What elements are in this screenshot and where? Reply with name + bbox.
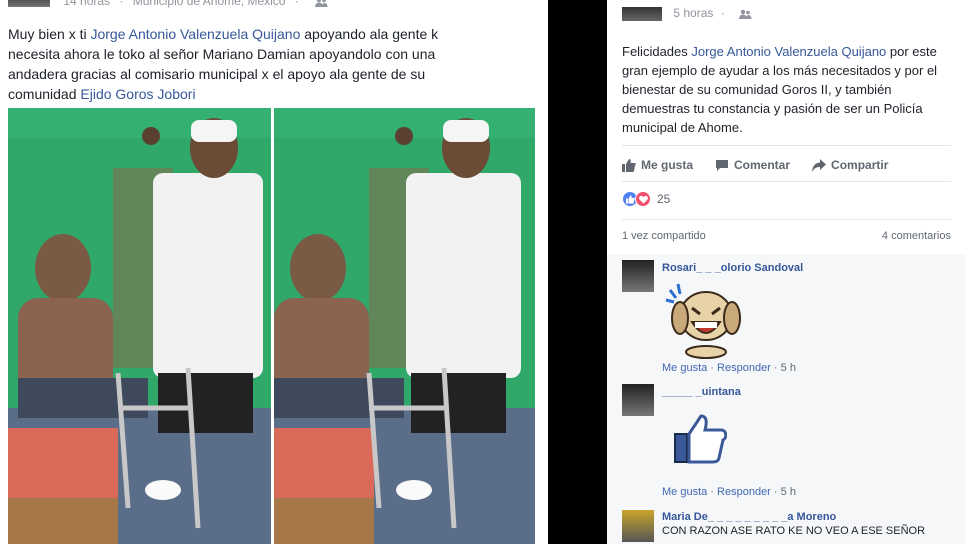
action-bar: Me gusta Comentar Compartir (622, 155, 962, 175)
post-photo-2[interactable] (274, 108, 535, 544)
comment-actions: Me gusta · Responder · 5 h (662, 486, 796, 498)
shares-count[interactable]: 1 vez compartido (622, 230, 706, 242)
comment-reply-link[interactable]: Responder (717, 362, 771, 374)
divider (622, 181, 951, 182)
love-reaction-icon (635, 191, 651, 207)
reaction-count: 25 (657, 192, 671, 206)
right-post-meta: 5 horas · (622, 6, 752, 21)
post-location[interactable]: Municipio de Ahome, México (133, 0, 286, 8)
right-post: 5 horas · Felicidades Jorge Antonio Vale… (607, 0, 966, 544)
comment-time[interactable]: 5 h (781, 486, 796, 498)
comment-reply-link[interactable]: Responder (717, 486, 771, 498)
commenter-name[interactable]: Rosari_ _ _olorio Sandoval (662, 262, 803, 274)
author-avatar[interactable] (622, 6, 662, 21)
post-photo-1[interactable] (8, 108, 271, 544)
comment-actions: Me gusta · Responder · 5 h (662, 362, 796, 374)
friends-icon (739, 9, 752, 19)
commenter-name[interactable]: _____ _uintana (662, 386, 741, 398)
left-post: 14 horas · Municipio de Ahome, México · … (0, 0, 548, 544)
comment-icon (716, 159, 729, 171)
commenter-avatar[interactable] (622, 384, 654, 416)
author-avatar[interactable] (8, 0, 50, 7)
share-stats-row: 1 vez compartido 4 comentarios (622, 230, 951, 242)
share-arrow-icon (812, 158, 827, 172)
comments-count[interactable]: 4 comentarios (882, 230, 951, 242)
left-post-meta: 14 horas · Municipio de Ahome, México · (8, 0, 328, 8)
post-time[interactable]: 5 horas (673, 6, 713, 20)
thumbs-up-sticker-icon (674, 414, 727, 464)
mention-link[interactable]: Jorge Antonio Valenzuela Quijano (691, 44, 886, 59)
friends-icon (315, 0, 328, 7)
commenter-avatar[interactable] (622, 510, 654, 542)
right-post-text: Felicidades Jorge Antonio Valenzuela Qui… (622, 44, 938, 135)
reactions-summary[interactable]: 25 (622, 191, 670, 207)
comment-text: CON RAZON ASE RATO KE NO VEO A ESE SEÑOR (662, 525, 926, 537)
post-time[interactable]: 14 horas (63, 0, 110, 8)
divider (622, 219, 951, 220)
left-post-text: Muy bien x ti Jorge Antonio Valenzuela Q… (8, 26, 439, 102)
sticker-laughing-dog (665, 283, 741, 359)
comments-section: Rosari_ _ _olorio Sandoval Me gusta · Re… (607, 254, 966, 544)
commenter-avatar[interactable] (622, 260, 654, 292)
comment-time[interactable]: 5 h (781, 362, 796, 374)
place-link[interactable]: Ejido Goros Jobori (80, 86, 195, 102)
comment-like-link[interactable]: Me gusta (662, 486, 707, 498)
comment-button[interactable]: Comentar (715, 155, 790, 175)
mention-link[interactable]: Jorge Antonio Valenzuela Quijano (90, 26, 300, 42)
commenter-name[interactable]: Maria De_ _ _ _ _ _ _ _ _a Moreno (662, 511, 836, 523)
divider (622, 145, 951, 146)
thumbs-up-icon (622, 158, 636, 172)
share-button[interactable]: Compartir (812, 155, 888, 175)
comment-like-link[interactable]: Me gusta (662, 362, 707, 374)
like-button[interactable]: Me gusta (622, 155, 693, 175)
